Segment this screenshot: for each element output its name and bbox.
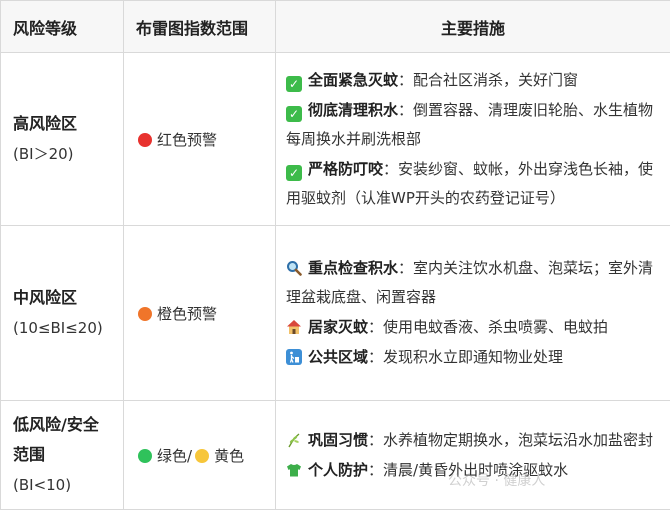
trash-bin-icon: [286, 349, 302, 365]
risk-level-name: 低风险/安全范围: [13, 415, 99, 464]
measure-sep: ：: [398, 70, 414, 89]
measures-cell: 巩固习惯：水养植物定期换水，泡菜坛沿水加盐密封 个人防护：清晨/黄昏外出时喷涂驱…: [275, 400, 670, 510]
table-header-row: 风险等级 布雷图指数范围 主要措施: [0, 0, 670, 53]
warning-cell: 橙色预警: [123, 225, 276, 401]
measure-item: ✓ 全面紧急灭蚊：配合社区消杀，关好门窗: [286, 66, 660, 95]
measure-title: 重点检查积水: [308, 259, 399, 277]
warning-label-yellow: 黄色: [214, 446, 245, 465]
warning-label: 红色预警: [157, 130, 218, 149]
measure-item: 公共区域：发现积水立即通知物业处理: [286, 343, 660, 372]
measure-item: ✓ 彻底清理积水：倒置容器、清理废旧轮胎、水生植物每周换水并刷洗根部: [286, 96, 660, 154]
measure-text: 配合社区消杀，关好门窗: [413, 70, 579, 89]
measure-sep: ：: [368, 348, 384, 366]
measure-title: 居家灭蚊: [308, 318, 369, 336]
risk-level-range: (BI<10): [13, 476, 72, 494]
check-box-icon: ✓: [286, 105, 302, 122]
risk-measures-table: 风险等级 布雷图指数范围 主要措施 高风险区 (BI＞20) 红色预警 ✓ 全面紧…: [0, 0, 670, 510]
risk-level-range: (10≤BI≤20): [13, 319, 103, 337]
measure-sep: ：: [383, 159, 399, 178]
measure-item: 居家灭蚊：使用电蚊香液、杀虫喷雾、电蚊拍: [286, 313, 660, 342]
measure-sep: ：: [368, 318, 384, 336]
measure-item: ✓ 严格防叮咬：安装纱窗、蚊帐，外出穿浅色长袖，使用驱蚊剂（认准WP开头的农药登记…: [286, 155, 660, 213]
risk-level-name: 高风险区: [13, 114, 78, 133]
risk-level-name: 中风险区: [13, 288, 78, 307]
risk-level-cell: 高风险区 (BI＞20): [0, 52, 124, 226]
yellow-dot-icon: [195, 448, 210, 463]
measure-sep: ：: [398, 100, 414, 119]
check-box-icon: ✓: [286, 164, 302, 181]
measure-text: 发现积水立即通知物业处理: [383, 348, 564, 366]
measures-cell: 重点检查积水：室内关注饮水机盘、泡菜坛；室外清理盆栽底盘、闲置容器 居家灭蚊：使…: [275, 225, 670, 401]
measure-sep: ：: [368, 430, 384, 449]
measure-sep: ：: [398, 259, 414, 277]
magnifier-icon: [286, 260, 302, 276]
warning-cell: 红色预警: [123, 52, 276, 226]
warning-label-green: 绿色/: [157, 446, 193, 465]
house-icon: [286, 319, 302, 335]
measures-cell: ✓ 全面紧急灭蚊：配合社区消杀，关好门窗 ✓ 彻底清理积水：倒置容器、清理废旧轮胎、…: [275, 52, 670, 226]
check-box-icon: ✓: [286, 75, 302, 92]
header-main-measures: 主要措施: [275, 0, 670, 53]
measure-text: 水养植物定期换水，泡菜坛沿水加盐密封: [383, 430, 654, 449]
watermark: 公众号 · 健康人: [448, 473, 546, 489]
t-shirt-icon: [286, 462, 302, 478]
red-dot-icon: [138, 132, 152, 147]
warning-label: 橙色预警: [157, 304, 218, 323]
table-row-medium-risk: 中风险区 (10≤BI≤20) 橙色预警 重点检查积水：室内关注饮水机盘、泡菜坛…: [0, 225, 670, 401]
measure-title: 公共区域: [308, 348, 369, 366]
warning-cell: 绿色/黄色: [123, 400, 276, 510]
header-risk-level: 风险等级: [0, 0, 124, 53]
measure-title: 严格防叮咬: [308, 159, 384, 178]
table-row-low-risk: 低风险/安全范围 (BI<10) 绿色/黄色 巩固习惯：水养植物定期换水，泡菜坛…: [0, 400, 670, 510]
measure-item: 重点检查积水：室内关注饮水机盘、泡菜坛；室外清理盆栽底盘、闲置容器: [286, 254, 660, 312]
orange-dot-icon: [138, 306, 152, 321]
measure-text: 使用电蚊香液、杀虫喷雾、电蚊拍: [383, 318, 609, 336]
table-row-high-risk: 高风险区 (BI＞20) 红色预警 ✓ 全面紧急灭蚊：配合社区消杀，关好门窗 ✓ 彻…: [0, 52, 670, 226]
measure-sep: ：: [368, 460, 384, 479]
measure-title: 个人防护: [308, 460, 369, 479]
measure-title: 全面紧急灭蚊: [308, 70, 399, 89]
green-dot-icon: [138, 448, 152, 463]
risk-level-cell: 中风险区 (10≤BI≤20): [0, 225, 124, 401]
measure-title: 巩固习惯: [308, 430, 369, 449]
measure-item: 巩固习惯：水养植物定期换水，泡菜坛沿水加盐密封: [286, 426, 660, 455]
measure-title: 彻底清理积水: [308, 100, 399, 119]
risk-level-range: (BI＞20): [13, 145, 74, 163]
herb-icon: [286, 432, 302, 448]
risk-level-cell: 低风险/安全范围 (BI<10): [0, 400, 124, 510]
header-bi-range: 布雷图指数范围: [123, 0, 276, 53]
